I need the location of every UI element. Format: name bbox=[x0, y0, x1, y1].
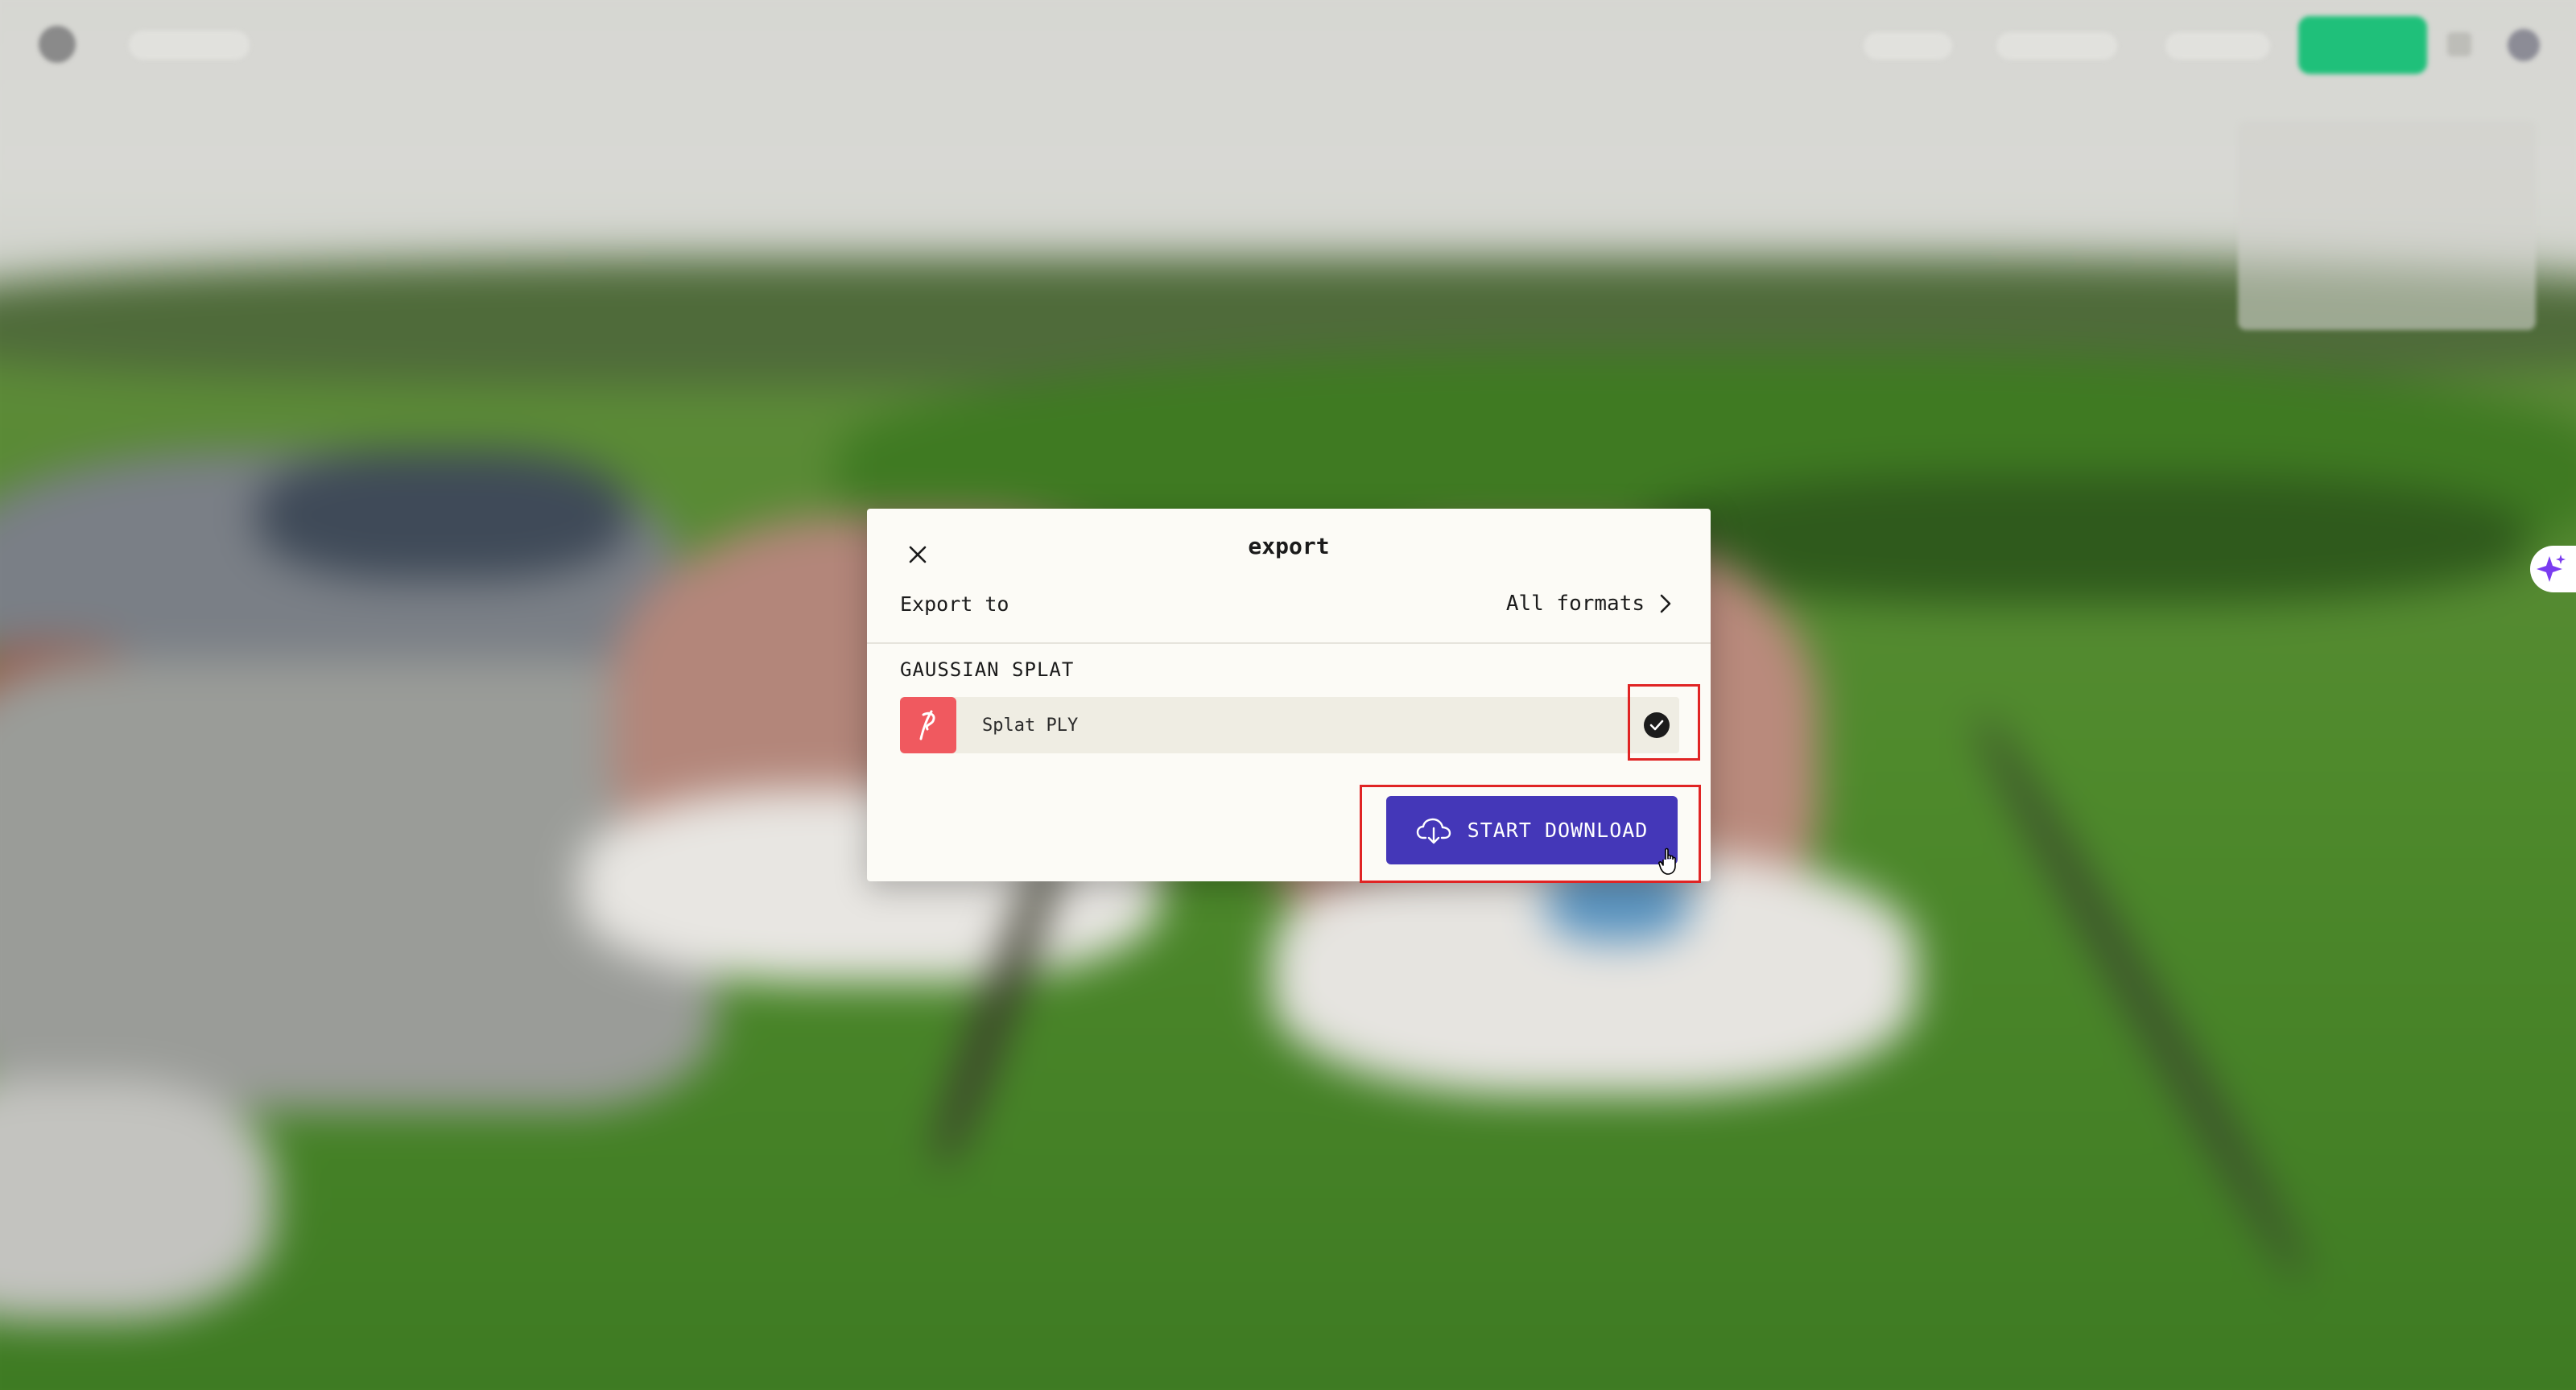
highlight-box-checkbox bbox=[1628, 684, 1700, 761]
dialog-title: export bbox=[1248, 533, 1330, 559]
nav-pill-2 bbox=[1996, 32, 2117, 60]
start-download-label: START DOWNLOAD bbox=[1467, 819, 1649, 842]
assistant-widget-button[interactable] bbox=[2530, 546, 2576, 592]
start-download-button[interactable]: START DOWNLOAD bbox=[1386, 796, 1678, 864]
splat-icon bbox=[900, 697, 956, 753]
nav-pill-3 bbox=[2165, 32, 2270, 60]
export-to-label: Export to bbox=[900, 592, 1009, 616]
format-item-label: Splat PLY bbox=[982, 715, 1079, 736]
logo-icon bbox=[39, 26, 76, 63]
section-label-gaussian-splat: GAUSSIAN SPLAT bbox=[900, 658, 1075, 681]
all-formats-link[interactable]: All formats bbox=[1506, 588, 1672, 620]
nav-pill-1 bbox=[1864, 32, 1952, 60]
export-dialog: export Export to All formats GAUSSIAN SP… bbox=[867, 509, 1711, 883]
avatar bbox=[2508, 29, 2540, 61]
menu-icon bbox=[2447, 32, 2471, 56]
sparkle-icon bbox=[2537, 555, 2566, 582]
cloud-download-icon bbox=[1416, 818, 1451, 843]
primary-cta-button bbox=[2298, 16, 2427, 74]
format-item-splat-ply[interactable]: Splat PLY bbox=[900, 697, 1679, 753]
hand-cursor-icon bbox=[1658, 847, 1682, 881]
all-formats-label: All formats bbox=[1505, 592, 1645, 616]
chevron-right-icon bbox=[1660, 594, 1671, 613]
search-pill bbox=[129, 31, 250, 60]
info-panel bbox=[2238, 121, 2536, 330]
divider bbox=[867, 642, 1711, 644]
